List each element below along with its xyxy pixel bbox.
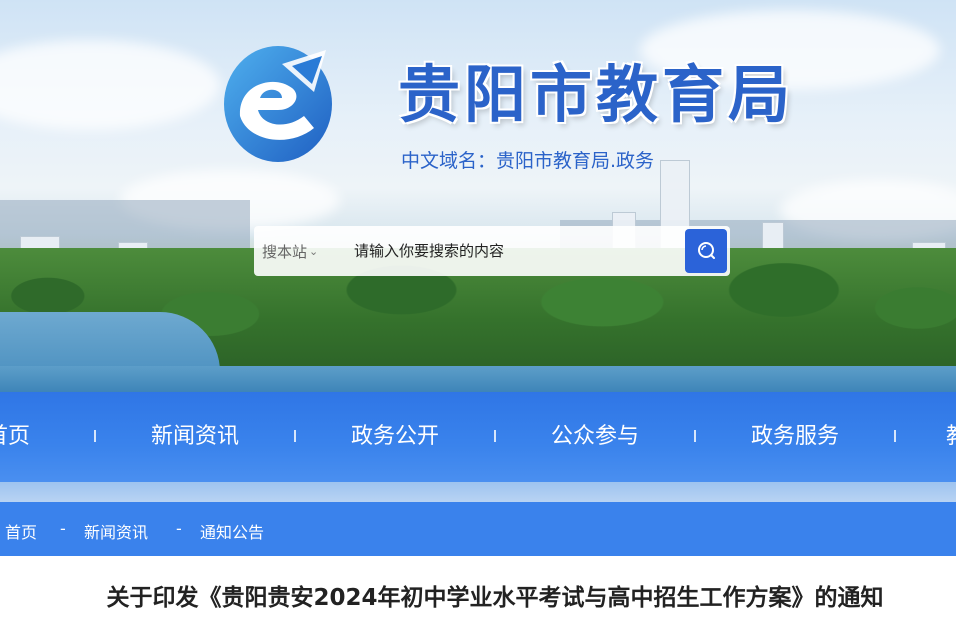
nav-item-education[interactable]: 教育: [946, 392, 956, 482]
domain-name-label: 中文域名：贵阳市教育局.政务: [401, 150, 655, 172]
search-icon: [698, 242, 715, 259]
breadcrumb-home[interactable]: 首页: [5, 519, 37, 543]
main-nav: 首页 新闻资讯 政务公开 公众参与 政务服务 教育: [0, 392, 956, 482]
breadcrumb: 首页 - 新闻资讯 - 通知公告: [0, 502, 956, 556]
search-box: 搜本站 ⌄: [254, 226, 730, 276]
chevron-down-icon: ⌄: [309, 244, 319, 258]
nav-item-home[interactable]: 首页: [0, 392, 30, 482]
nav-separator: [894, 430, 896, 442]
breadcrumb-separator: -: [60, 519, 66, 538]
lake-water: [0, 366, 956, 392]
nav-item-gov-services[interactable]: 政务服务: [696, 392, 894, 482]
article-title: 关于印发《贵阳贵安2024年初中学业水平考试与高中招生工作方案》的通知: [106, 585, 884, 611]
e-logo-icon[interactable]: [222, 44, 334, 166]
search-input[interactable]: [334, 226, 730, 276]
breadcrumb-separator: -: [176, 519, 182, 538]
breadcrumb-notices[interactable]: 通知公告: [200, 519, 264, 543]
search-scope-label: 搜本站: [262, 242, 308, 261]
cloud-decoration: [0, 40, 220, 130]
nav-divider-strip: [0, 482, 956, 502]
nav-item-news[interactable]: 新闻资讯: [96, 392, 294, 482]
header-banner: 贵阳市教育局 中文域名：贵阳市教育局.政务 搜本站 ⌄: [0, 0, 956, 392]
site-title: 贵阳市教育局: [398, 58, 795, 131]
nav-item-gov-affairs[interactable]: 政务公开: [296, 392, 494, 482]
breadcrumb-news[interactable]: 新闻资讯: [84, 519, 148, 543]
search-scope-dropdown[interactable]: 搜本站 ⌄: [254, 241, 334, 262]
nav-item-public-participation[interactable]: 公众参与: [496, 392, 694, 482]
search-button[interactable]: [685, 229, 727, 273]
